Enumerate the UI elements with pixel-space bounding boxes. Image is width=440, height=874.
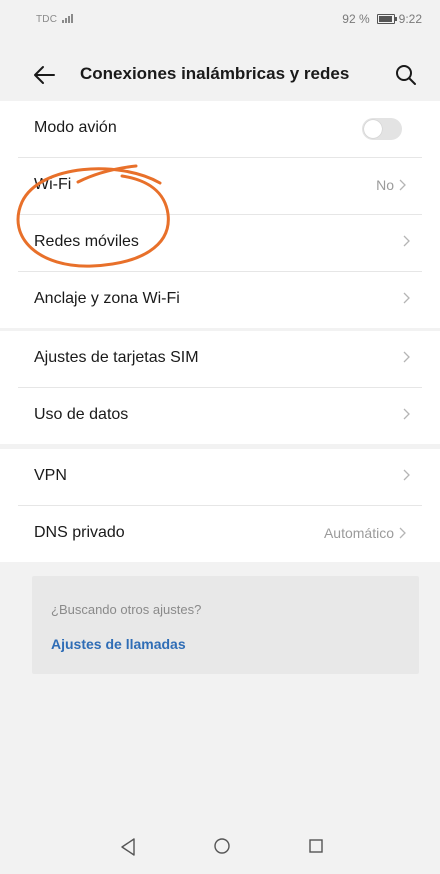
settings-screen: TDC 92 % 9:22 Conexiones inalámbricas y …: [0, 0, 440, 874]
row-private-dns[interactable]: DNS privado Automático: [18, 506, 422, 562]
row-label: Ajustes de tarjetas SIM: [34, 349, 199, 366]
row-value: Automático: [324, 525, 406, 541]
chevron-right-icon: [403, 235, 410, 247]
status-bar: TDC 92 % 9:22: [0, 0, 440, 46]
search-icon[interactable]: [394, 63, 418, 87]
carrier: TDC: [36, 14, 76, 25]
status-right: 92 % 9:22: [342, 12, 422, 26]
row-label: VPN: [34, 467, 67, 484]
page-title: Conexiones inalámbricas y redes: [80, 64, 350, 83]
wifi-status: No: [376, 177, 394, 193]
circle-home-icon[interactable]: [214, 838, 230, 854]
signal-icon: [62, 14, 74, 23]
settings-group-sim: Ajustes de tarjetas SIM Uso de datos: [0, 331, 440, 444]
row-mobile-networks[interactable]: Redes móviles: [18, 215, 422, 272]
battery-percent: 92 %: [342, 12, 370, 26]
row-value: No: [376, 177, 406, 193]
suggestion-title: ¿Buscando otros ajustes?: [51, 602, 202, 617]
row-data-usage[interactable]: Uso de datos: [18, 388, 422, 444]
airplane-mode-toggle[interactable]: [362, 118, 402, 140]
row-sim-settings[interactable]: Ajustes de tarjetas SIM: [18, 331, 422, 388]
call-settings-link[interactable]: Ajustes de llamadas: [51, 636, 186, 652]
square-recent-icon[interactable]: [309, 839, 323, 853]
app-bar: Conexiones inalámbricas y redes: [0, 50, 440, 100]
chevron-right-icon: [399, 179, 406, 191]
chevron-right-icon: [403, 351, 410, 363]
toggle-knob: [364, 120, 382, 138]
chevron-right-icon: [403, 292, 410, 304]
settings-group-connections: Modo avión Wi-Fi No Redes móviles Anclaj…: [0, 101, 440, 328]
clock: 9:22: [398, 12, 422, 26]
row-vpn[interactable]: VPN: [18, 449, 422, 506]
row-label: DNS privado: [34, 524, 125, 541]
carrier-label: TDC: [36, 14, 58, 25]
settings-group-network: VPN DNS privado Automático: [0, 449, 440, 562]
triangle-back-icon[interactable]: [120, 838, 136, 856]
row-label: Redes móviles: [34, 233, 139, 250]
chevron-right-icon: [403, 469, 410, 481]
battery-icon: [376, 14, 397, 24]
chevron-right-icon: [403, 408, 410, 420]
row-label: Wi-Fi: [34, 176, 72, 193]
row-label: Modo avión: [34, 119, 117, 136]
row-tethering-hotspot[interactable]: Anclaje y zona Wi-Fi: [18, 272, 422, 328]
arrow-left-icon[interactable]: [32, 64, 56, 86]
dns-mode: Automático: [323, 525, 394, 541]
battery-fill: [378, 16, 392, 22]
suggestion-card: ¿Buscando otros ajustes? Ajustes de llam…: [32, 576, 419, 674]
row-label: Uso de datos: [34, 406, 129, 423]
system-nav-bar: [0, 830, 440, 874]
row-wifi[interactable]: Wi-Fi No: [18, 158, 422, 215]
row-label: Anclaje y zona Wi-Fi: [34, 290, 180, 307]
chevron-right-icon: [399, 527, 406, 539]
row-airplane-mode[interactable]: Modo avión: [18, 101, 422, 158]
